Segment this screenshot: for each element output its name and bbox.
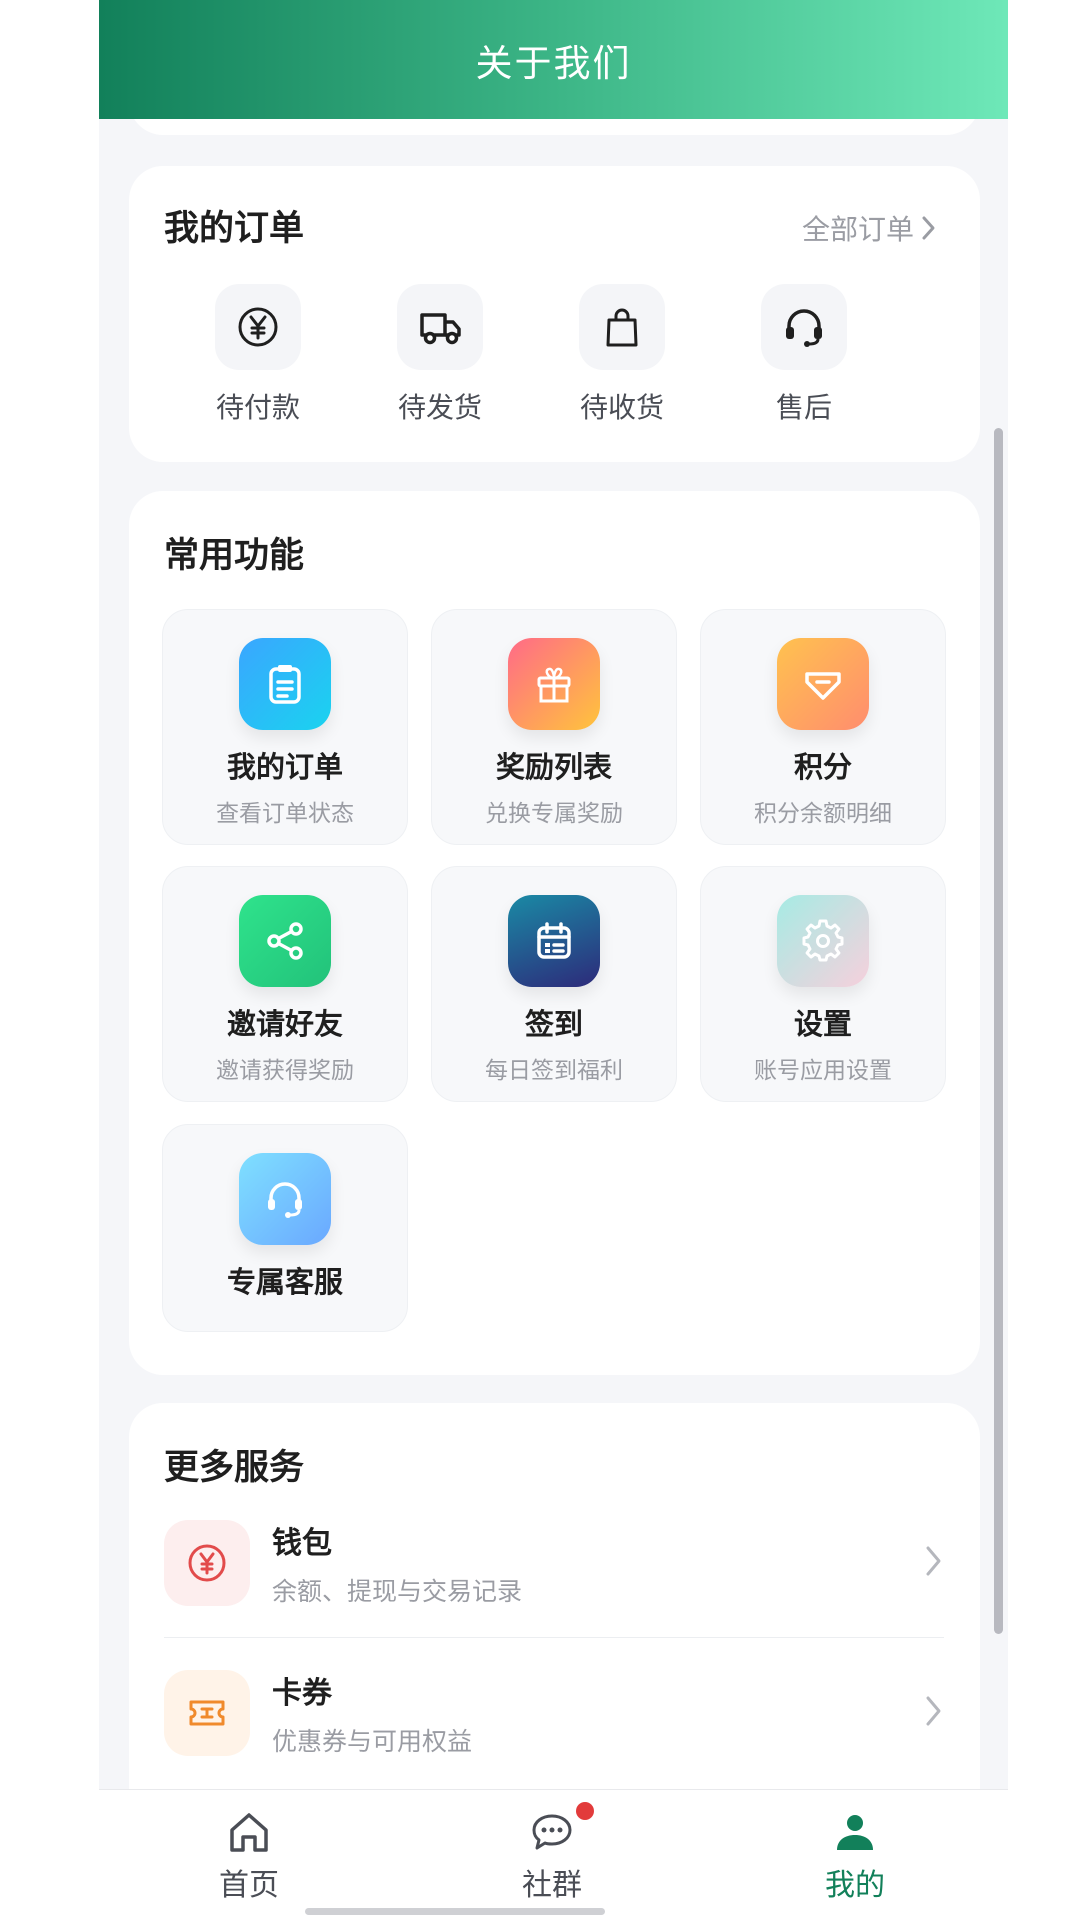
all-orders-link[interactable]: 全部订单 [802,208,938,248]
scroll-content[interactable]: 我的订单 全部订单 待付款 待发货 待收货 售后 常用功能 我的订单 查看订单状… [99,119,1008,1789]
tile-title: 奖励列表 [495,750,612,784]
functions-card: 常用功能 我的订单 查看订单状态 奖励列表 兑换专属奖励 积分 积分余额明细 邀… [129,491,980,1375]
order-label: 待付款 [215,391,300,424]
service-title: 卡券 [272,1676,332,1711]
bottom-tab-bar: 首页 社群 我的 [99,1789,1008,1920]
order-label: 待发货 [397,391,482,424]
tab-mine[interactable]: 我的 [785,1808,925,1904]
tile-title: 积分 [793,750,852,784]
divider [164,1637,944,1638]
function-settings[interactable]: 设置 账号应用设置 [700,866,946,1102]
function-my-orders[interactable]: 我的订单 查看订单状态 [162,609,408,845]
page-title: 关于我们 [475,41,632,85]
tile-subtitle: 兑换专属奖励 [485,801,623,827]
notification-badge [576,1802,594,1820]
yen-circle-icon [188,1544,226,1582]
order-label: 待收货 [579,391,664,424]
clipboard-icon [269,665,301,704]
chevron-right-icon [926,1546,941,1576]
tile-subtitle: 账号应用设置 [754,1058,892,1084]
all-orders-label: 全部订单 [801,213,914,246]
truck-icon [420,313,461,345]
user-icon [837,1815,873,1850]
orders-card: 我的订单 全部订单 待付款 待发货 待收货 售后 [129,166,980,462]
gear-icon [802,919,844,962]
tile-subtitle: 邀请获得奖励 [216,1058,354,1084]
orders-title: 我的订单 [164,209,305,249]
headset-icon [786,309,822,347]
tab-label: 我的 [825,1868,885,1903]
functions-title: 常用功能 [164,536,305,576]
share-icon [267,922,303,960]
order-label: 售后 [775,391,832,424]
more-services-card: 更多服务 钱包 余额、提现与交易记录 卡券 优惠券与可用权益 [129,1403,980,1789]
tile-title: 我的订单 [226,750,343,784]
service-subtitle: 优惠券与可用权益 [272,1727,473,1756]
tile-subtitle: 查看订单状态 [216,801,354,827]
service-coupons[interactable]: 卡券 优惠券与可用权益 [164,1653,944,1773]
tab-label: 首页 [219,1868,279,1903]
function-customer-service[interactable]: 专属客服 [162,1124,408,1332]
order-pending-receipt[interactable]: 待收货 [562,284,682,426]
tile-subtitle: 积分余额明细 [754,801,892,827]
headset-icon [268,1182,302,1218]
scrollbar[interactable] [994,428,1003,1634]
diamond-tag-icon [805,672,841,700]
tile-title: 邀请好友 [226,1007,343,1041]
tile-title: 签到 [524,1007,583,1041]
chevron-right-icon [922,216,935,240]
function-check-in[interactable]: 签到 每日签到福利 [431,866,677,1102]
service-wallet[interactable]: 钱包 余额、提现与交易记录 [164,1503,944,1623]
yen-circle-icon [238,307,278,347]
gift-icon [537,667,571,703]
home-icon [230,1813,268,1852]
service-title: 钱包 [272,1526,332,1561]
chat-bubble-icon [532,1814,572,1850]
tab-home[interactable]: 首页 [179,1808,319,1904]
page-header: 关于我们 [99,0,1008,119]
calendar-icon [537,922,571,959]
tab-community[interactable]: 社群 [482,1802,622,1904]
previous-card [129,119,980,135]
function-rewards[interactable]: 奖励列表 兑换专属奖励 [431,609,677,845]
chevron-right-icon [926,1696,941,1726]
tile-title: 专属客服 [226,1265,343,1299]
home-indicator[interactable] [305,1908,605,1915]
service-subtitle: 余额、提现与交易记录 [272,1577,523,1606]
order-pending-shipment[interactable]: 待发货 [380,284,500,426]
ticket-icon [189,1700,225,1726]
function-points[interactable]: 积分 积分余额明细 [700,609,946,845]
tile-subtitle: 每日签到福利 [485,1058,623,1084]
function-invite-friends[interactable]: 邀请好友 邀请获得奖励 [162,866,408,1102]
tile-title: 设置 [793,1007,852,1041]
shopping-bag-icon [606,308,638,347]
tab-label: 社群 [522,1868,582,1903]
order-after-sales[interactable]: 售后 [744,284,864,426]
order-pending-payment[interactable]: 待付款 [198,284,318,426]
app-screen: 关于我们 我的订单 全部订单 待付款 待发货 待收货 售后 常用功能 我的订单 … [99,0,1008,1920]
more-services-title: 更多服务 [164,1448,305,1488]
